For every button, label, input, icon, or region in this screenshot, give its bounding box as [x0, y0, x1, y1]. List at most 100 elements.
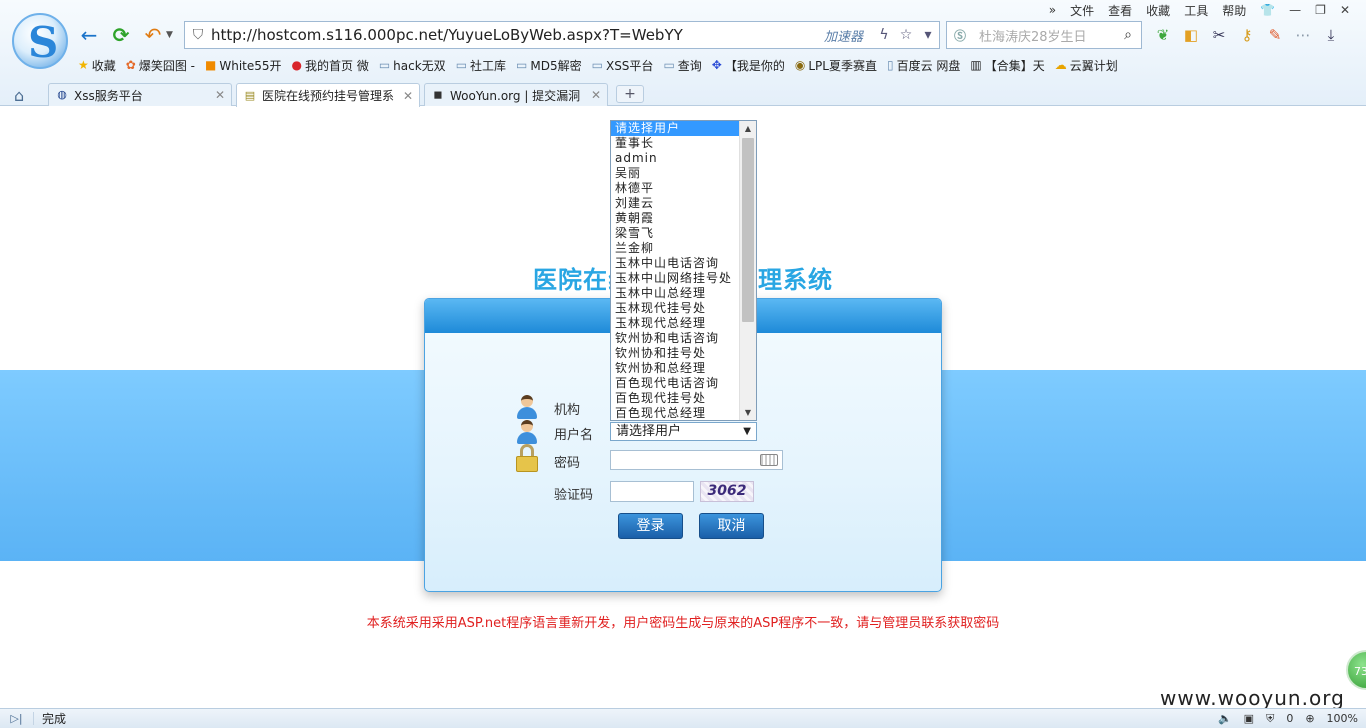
- dropdown-option[interactable]: 百色现代总经理: [611, 406, 740, 421]
- screen-icon[interactable]: ▣: [1244, 712, 1254, 725]
- bookmark-item[interactable]: ■ White55开: [205, 57, 282, 74]
- password-input[interactable]: [610, 450, 783, 470]
- sidebar-toggle-icon[interactable]: ▷|: [0, 712, 34, 725]
- bookmark-item[interactable]: ▭ 社工库: [456, 57, 506, 74]
- more-tools-icon[interactable]: ⋯: [1292, 24, 1314, 46]
- accelerator-label[interactable]: 加速器: [824, 26, 863, 45]
- username-select[interactable]: 请选择用户 ▼: [610, 422, 757, 441]
- close-window-button[interactable]: ✕: [1340, 3, 1350, 17]
- bookmark-item[interactable]: ● 我的首页 微: [292, 57, 369, 74]
- dropdown-option[interactable]: 刘建云: [611, 196, 740, 211]
- undo-icon[interactable]: ↶: [142, 24, 164, 46]
- restore-button[interactable]: ❐: [1315, 3, 1326, 17]
- refresh-icon[interactable]: ⟳: [110, 24, 132, 46]
- chevron-down-icon[interactable]: ▼: [743, 423, 751, 440]
- scroll-down-icon[interactable]: ▼: [740, 405, 756, 420]
- dropdown-option[interactable]: 兰金柳: [611, 241, 740, 256]
- lock-icon: [514, 444, 540, 472]
- cancel-button[interactable]: 取消: [699, 513, 764, 539]
- captcha-image[interactable]: 3062: [700, 481, 754, 502]
- bookmark-item[interactable]: ✥ 【我是你的: [712, 57, 785, 74]
- bookmark-item[interactable]: ▭ 查询: [663, 57, 701, 74]
- bookmark-item[interactable]: ▯ 百度云 网盘: [887, 57, 960, 74]
- adblock-icon[interactable]: ⛨: [1266, 712, 1274, 726]
- bookmark-item[interactable]: ◉ LPL夏季赛直: [795, 57, 877, 74]
- dropdown-option[interactable]: 玉林中山电话咨询: [611, 256, 740, 271]
- search-engine-icon[interactable]: Ⓢ: [947, 27, 973, 44]
- scissors-icon[interactable]: ✂: [1208, 24, 1230, 46]
- dropdown-option[interactable]: 玉林中山总经理: [611, 286, 740, 301]
- home-icon[interactable]: ⌂: [14, 86, 24, 105]
- back-arrow-icon[interactable]: ←: [78, 24, 100, 46]
- dropdown-option[interactable]: 林德平: [611, 181, 740, 196]
- menu-help[interactable]: 帮助: [1222, 2, 1246, 19]
- wooyun-icon: ◼: [433, 88, 443, 101]
- menu-favorites[interactable]: 收藏: [1146, 2, 1170, 19]
- skin-icon[interactable]: 👕: [1260, 3, 1275, 17]
- undo-dropdown-icon[interactable]: ▼: [166, 30, 173, 40]
- dropdown-option[interactable]: admin: [611, 151, 740, 166]
- dropdown-option[interactable]: 黄朝霞: [611, 211, 740, 226]
- dropdown-option[interactable]: 玉林现代挂号处: [611, 301, 740, 316]
- menu-tools[interactable]: 工具: [1184, 2, 1208, 19]
- star-icon[interactable]: ☆: [895, 27, 917, 43]
- dropdown-scrollbar[interactable]: ▲ ▼: [739, 121, 756, 420]
- dropdown-option[interactable]: 钦州协和电话咨询: [611, 331, 740, 346]
- dropdown-option[interactable]: 请选择用户: [611, 121, 740, 136]
- tab-wooyun[interactable]: ◼ WooYun.org | 提交漏洞 ✕: [424, 83, 608, 106]
- minimize-button[interactable]: —: [1289, 3, 1301, 17]
- bookmark-item[interactable]: ▥ 【合集】天: [970, 57, 1044, 74]
- login-button[interactable]: 登录: [618, 513, 683, 539]
- menu-more-icon[interactable]: »: [1049, 3, 1056, 17]
- sidebar-icon[interactable]: ◧: [1180, 24, 1202, 46]
- close-tab-icon[interactable]: ✕: [403, 89, 413, 103]
- dropdown-option[interactable]: 董事长: [611, 136, 740, 151]
- captcha-input[interactable]: [610, 481, 694, 502]
- search-icon[interactable]: ⌕: [1115, 27, 1141, 43]
- dropdown-option[interactable]: 百色现代挂号处: [611, 391, 740, 406]
- download-icon[interactable]: ⤓: [1320, 24, 1342, 46]
- extension-icon[interactable]: ✎: [1264, 24, 1286, 46]
- volume-icon[interactable]: 🔈: [1218, 712, 1232, 725]
- close-tab-icon[interactable]: ✕: [215, 88, 225, 102]
- dropdown-option[interactable]: 百色现代电话咨询: [611, 376, 740, 391]
- tab-hospital[interactable]: ▤ 医院在线预约挂号管理系 ✕: [236, 83, 420, 107]
- dropdown-option[interactable]: 吴丽: [611, 166, 740, 181]
- dropdown-option[interactable]: 玉林现代总经理: [611, 316, 740, 331]
- search-box[interactable]: Ⓢ 杜海涛庆28岁生日 ⌕: [946, 21, 1142, 49]
- dropdown-option[interactable]: 玉林中山网络挂号处: [611, 271, 740, 286]
- bookmark-favorites[interactable]: ★ 收藏: [78, 57, 116, 74]
- bookmark-item[interactable]: ▭ XSS平台: [592, 57, 654, 74]
- address-dropdown-icon[interactable]: ▾: [917, 27, 939, 43]
- bookmark-item[interactable]: ✿ 爆笑囧图 -: [126, 57, 195, 74]
- dropdown-option[interactable]: 钦州协和挂号处: [611, 346, 740, 361]
- username-dropdown-list[interactable]: 请选择用户 董事长 admin 吴丽 林德平 刘建云 黄朝霞 梁雪飞 兰金柳 玉林中山电话咨询 玉林…: [610, 120, 757, 421]
- lightning-icon[interactable]: ϟ: [873, 27, 895, 43]
- bookmark-item[interactable]: ▭ MD5解密: [516, 57, 582, 74]
- search-input[interactable]: 杜海涛庆28岁生日: [973, 26, 1115, 45]
- tab-bar: ⌂ ◍ Xss服务平台 ✕ ▤ 医院在线预约挂号管理系 ✕ ◼ WooYun.o…: [0, 83, 1366, 107]
- address-bar[interactable]: ⛉ http://hostcom.s116.000pc.net/YuyueLoB…: [184, 21, 940, 49]
- scrollbar-thumb[interactable]: [742, 138, 754, 322]
- org-row-icon: [514, 394, 540, 420]
- close-tab-icon[interactable]: ✕: [591, 88, 601, 102]
- captcha-label: 验证码: [554, 488, 594, 503]
- tab-xss[interactable]: ◍ Xss服务平台 ✕: [48, 83, 232, 106]
- dropdown-option[interactable]: 钦州协和总经理: [611, 361, 740, 376]
- address-url[interactable]: http://hostcom.s116.000pc.net/YuyueLoByW…: [211, 26, 824, 44]
- key-icon[interactable]: ⚷: [1236, 24, 1258, 46]
- leaf-icon[interactable]: ❦: [1152, 24, 1174, 46]
- bookmark-item[interactable]: ▭ hack无双: [379, 57, 446, 74]
- dropdown-option[interactable]: 梁雪飞: [611, 226, 740, 241]
- floating-badge[interactable]: 73: [1346, 650, 1366, 690]
- zoom-level[interactable]: 100%: [1327, 712, 1358, 725]
- scroll-up-icon[interactable]: ▲: [740, 121, 756, 136]
- menu-file[interactable]: 文件: [1070, 2, 1094, 19]
- new-tab-button[interactable]: +: [616, 85, 644, 103]
- cloud-icon: ☁: [1054, 58, 1067, 72]
- zoom-icon[interactable]: ⊕: [1305, 712, 1314, 725]
- keyboard-icon[interactable]: [760, 454, 778, 466]
- bookmark-item[interactable]: ☁ 云翼计划: [1055, 57, 1118, 74]
- menu-view[interactable]: 查看: [1108, 2, 1132, 19]
- site-icon: ▥: [970, 58, 982, 72]
